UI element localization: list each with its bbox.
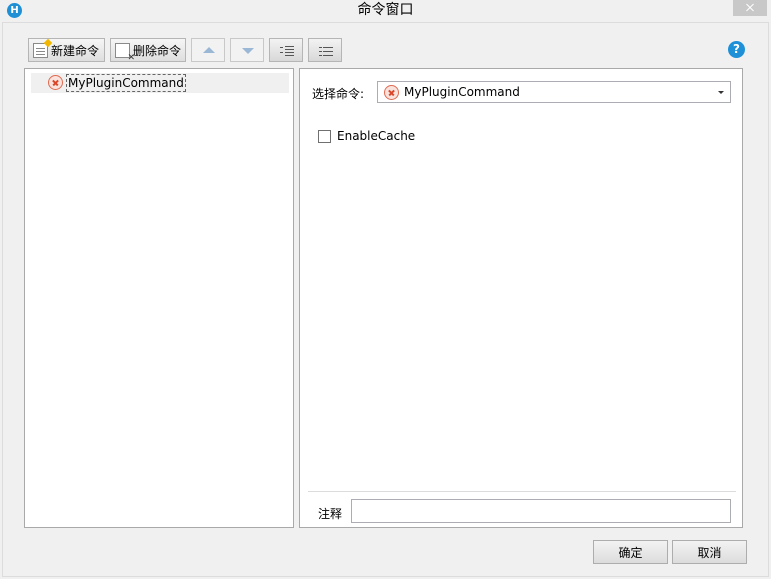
arrow-up-icon (203, 47, 215, 53)
command-select[interactable]: MyPluginCommand (377, 81, 731, 103)
command-editor-panel: 选择命令: MyPluginCommand EnableCache 注释 (299, 68, 743, 528)
tree-item[interactable]: MyPluginCommand (31, 73, 289, 93)
help-icon[interactable]: ? (728, 41, 745, 58)
move-up-button[interactable] (191, 38, 225, 62)
error-icon (48, 75, 63, 90)
indent-icon (280, 46, 294, 56)
note-input[interactable] (351, 499, 731, 523)
command-tree-panel: MyPluginCommand (24, 68, 294, 528)
error-icon (384, 85, 399, 100)
arrow-down-icon (242, 48, 254, 54)
delete-command-button[interactable]: 删除命令 (110, 38, 186, 63)
enable-cache-label: EnableCache (337, 129, 416, 143)
ok-button[interactable]: 确定 (593, 540, 668, 564)
delete-document-icon (115, 42, 135, 63)
close-button[interactable] (733, 0, 767, 16)
cancel-button[interactable]: 取消 (672, 540, 747, 564)
title-bar: H 命令窗口 (0, 0, 771, 22)
window-title: 命令窗口 (357, 2, 414, 18)
select-command-label: 选择命令: (312, 87, 365, 101)
note-label: 注释 (318, 507, 343, 521)
new-command-button[interactable]: 新建命令 (28, 38, 105, 62)
tree-item-label: MyPluginCommand (66, 74, 186, 92)
enable-cache-checkbox[interactable] (318, 130, 331, 143)
divider (308, 491, 736, 492)
delete-command-label: 删除命令 (133, 43, 182, 58)
move-down-button[interactable] (230, 38, 264, 62)
indent-button[interactable] (269, 38, 303, 62)
selected-command-value: MyPluginCommand (404, 85, 520, 99)
chevron-down-icon (718, 91, 724, 94)
new-document-icon (33, 42, 48, 58)
new-command-label: 新建命令 (51, 43, 100, 58)
bullet-list-icon (319, 46, 333, 56)
outdent-button[interactable] (308, 38, 342, 62)
